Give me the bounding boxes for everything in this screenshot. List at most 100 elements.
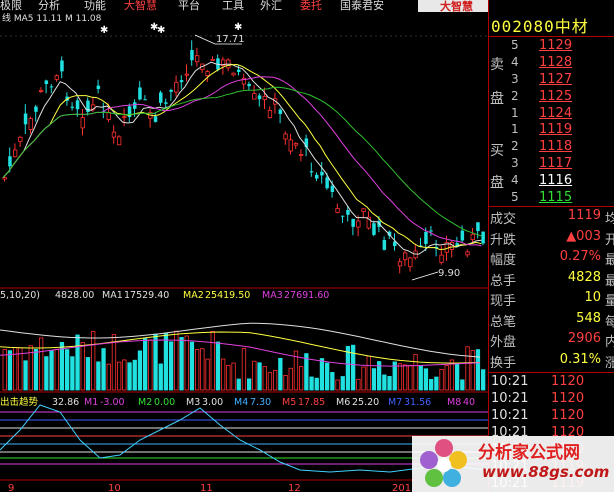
volume-bar bbox=[137, 350, 143, 391]
volume-bar bbox=[465, 346, 470, 391]
side-label: 买 bbox=[490, 143, 504, 159]
volume-bar bbox=[179, 337, 184, 391]
candle-body bbox=[164, 102, 168, 104]
buy-level-row[interactable]: 3 1117 bbox=[489, 156, 614, 172]
level-price: 1127 bbox=[539, 72, 573, 87]
candle-body bbox=[96, 85, 101, 89]
menu-item[interactable]: 极限 bbox=[0, 0, 22, 13]
axis-tick-label: 10 bbox=[108, 483, 121, 492]
buy-level-row[interactable]: 2 1118 bbox=[489, 139, 614, 155]
legend-text: MA2 bbox=[183, 290, 204, 301]
volume-bar bbox=[480, 369, 486, 391]
candle-body bbox=[39, 90, 44, 92]
volume-bar bbox=[454, 363, 460, 391]
legend-text: M2 bbox=[138, 397, 152, 408]
stat-label: 升跌 bbox=[490, 232, 517, 248]
candle-body bbox=[34, 106, 38, 112]
stock-code-name[interactable]: 002080中材 bbox=[491, 13, 589, 37]
buy-level-row[interactable]: 5 1115 bbox=[489, 190, 614, 206]
candle-body bbox=[80, 117, 85, 129]
volume-bar bbox=[194, 349, 200, 391]
volume-bar bbox=[288, 367, 293, 391]
volume-bar bbox=[382, 374, 387, 391]
tick-time: 10:21 bbox=[491, 374, 529, 389]
stat-tail-label: 涨 bbox=[605, 352, 614, 371]
stat-label: 总笔 bbox=[490, 314, 517, 330]
candle-body bbox=[18, 136, 23, 142]
candle-body bbox=[298, 154, 304, 156]
stat-row: 现手 10 量 bbox=[489, 290, 614, 309]
tick-row: 10:21 1120 bbox=[489, 408, 614, 423]
menu-item[interactable]: 分析 bbox=[38, 0, 60, 13]
candle-body bbox=[402, 252, 408, 261]
level-number: 5 bbox=[511, 38, 519, 52]
menu-item[interactable]: 国泰君安 bbox=[340, 0, 384, 13]
volume-bar bbox=[371, 368, 377, 391]
candle-body bbox=[49, 86, 54, 88]
volume-bar bbox=[163, 332, 169, 391]
side-label: 卖 bbox=[490, 57, 504, 73]
stat-value: 10 bbox=[584, 290, 601, 305]
sell-level-row[interactable]: 3 1127 bbox=[489, 72, 614, 88]
divider bbox=[489, 36, 614, 37]
legend-text: M1 bbox=[84, 397, 98, 408]
legend-text: 40 bbox=[463, 397, 475, 408]
volume-bar bbox=[106, 363, 111, 391]
volume-bar bbox=[7, 350, 13, 391]
volume-bar bbox=[298, 366, 304, 391]
stat-row: 成交 1119 均 bbox=[489, 208, 614, 227]
menu-item[interactable]: 工具 bbox=[222, 0, 244, 13]
sell-level-row[interactable]: 2 1125 bbox=[489, 89, 614, 105]
legend-text: M6 bbox=[336, 397, 350, 408]
axis-tick-label: 12 bbox=[288, 483, 301, 492]
candle-body bbox=[397, 261, 403, 267]
volume-bar bbox=[44, 356, 49, 391]
chart-area[interactable]: ✱ ✱ ✱ ✱ 17.71 9.90 线 MA5 11.11 M 11.08 5… bbox=[0, 0, 488, 492]
volume-bar bbox=[142, 338, 148, 391]
candle-body bbox=[330, 185, 335, 192]
volume-bar bbox=[402, 364, 408, 391]
volume-bar bbox=[397, 363, 403, 391]
divider bbox=[489, 206, 614, 207]
buy-level-row[interactable]: 4 1116 bbox=[489, 173, 614, 189]
volume-bar bbox=[236, 378, 241, 391]
sell-level-row[interactable]: 1 1124 bbox=[489, 106, 614, 122]
menu-item[interactable]: 委托 bbox=[300, 0, 322, 13]
candle-body bbox=[111, 131, 117, 138]
volume-bar bbox=[439, 369, 444, 391]
candle-body bbox=[252, 93, 257, 100]
level-number: 2 bbox=[511, 139, 519, 153]
candle-body bbox=[309, 171, 314, 173]
candle-body bbox=[382, 239, 387, 250]
stat-row: 升跌 ▲003开 bbox=[489, 228, 614, 248]
menu-item[interactable]: 平台 bbox=[178, 0, 200, 13]
candle-body bbox=[153, 116, 158, 122]
candle-body bbox=[361, 208, 366, 212]
volume-bar bbox=[158, 363, 163, 391]
level-number: 1 bbox=[511, 122, 519, 136]
stat-value: 548 bbox=[576, 310, 601, 326]
volume-bar bbox=[205, 358, 210, 391]
level-number: 3 bbox=[511, 72, 519, 86]
volume-bar bbox=[434, 376, 439, 391]
stat-label: 现手 bbox=[490, 294, 517, 309]
stat-value: 0.27% bbox=[559, 249, 601, 264]
legend-text: 32.86 bbox=[52, 397, 79, 408]
stat-value: 4828 bbox=[567, 269, 601, 285]
brand-label: 大智慧 bbox=[440, 0, 473, 13]
stat-tail-label: 最 bbox=[605, 270, 614, 289]
side-label: 盘 bbox=[490, 175, 504, 191]
buy-level-row[interactable]: 1 1119 bbox=[489, 122, 614, 138]
level-price: 1124 bbox=[539, 106, 573, 121]
menu-item[interactable]: 大智慧 bbox=[124, 0, 157, 13]
signal-marker: ✱ bbox=[100, 25, 108, 36]
menu-item[interactable]: 外汇 bbox=[260, 0, 282, 13]
candle-body bbox=[184, 73, 189, 76]
menu-item[interactable]: 功能 bbox=[84, 0, 106, 13]
sell-level-row[interactable]: 5 1129 bbox=[489, 38, 614, 54]
level-number: 3 bbox=[511, 156, 519, 170]
candle-body bbox=[179, 80, 184, 83]
volume-bar bbox=[350, 344, 356, 391]
stat-value: ▲003 bbox=[566, 228, 601, 244]
sell-level-row[interactable]: 4 1128 bbox=[489, 55, 614, 71]
